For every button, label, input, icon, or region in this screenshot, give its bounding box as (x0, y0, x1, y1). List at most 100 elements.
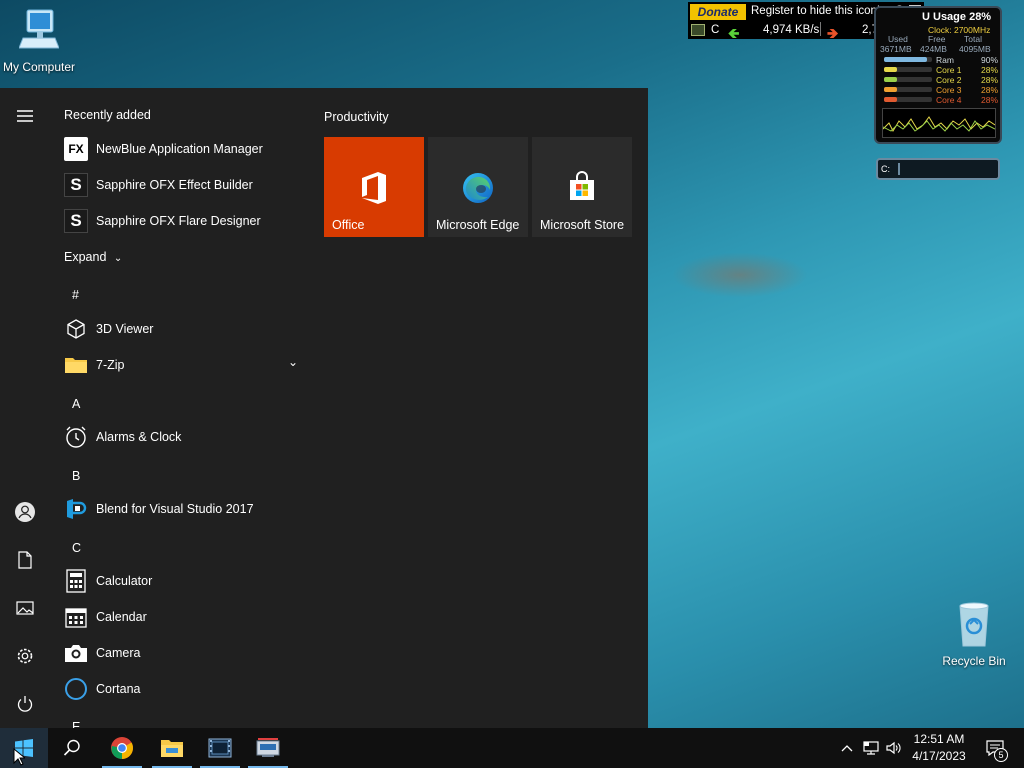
calculator-icon (64, 569, 88, 593)
productivity-group-title[interactable]: Productivity (324, 110, 389, 124)
taskbar-clock[interactable]: 12:51 AM 4/17/2023 (904, 731, 974, 765)
cpu-row-name: Core 2 (936, 75, 962, 85)
app-label: Alarms & Clock (96, 430, 182, 444)
cpu-level-bar (884, 77, 898, 82)
group-header-hash[interactable]: # (72, 288, 79, 302)
desktop-icon-recycle-bin[interactable]: Recycle Bin (932, 602, 1016, 668)
chevron-up-icon (841, 745, 853, 752)
app-label: Cortana (96, 682, 141, 696)
app-label: 3D Viewer (96, 322, 154, 336)
tiles-area: Productivity Office Microsoft Edge Micro… (308, 88, 648, 728)
app-label: Blend for Visual Studio 2017 (96, 502, 254, 516)
start-menu: Recently added FX NewBlue Application Ma… (0, 88, 648, 728)
hamburger-button[interactable] (0, 96, 50, 136)
mem-total-value: 4095MB (959, 44, 991, 54)
app-label: Calculator (96, 574, 153, 588)
group-header-b[interactable]: B (72, 469, 80, 483)
hamburger-icon (17, 110, 33, 122)
group-header-c[interactable]: C (72, 541, 81, 555)
taskbar-file-explorer[interactable] (148, 728, 196, 768)
computer-icon (0, 8, 81, 57)
expand-label: Expand (64, 250, 107, 264)
cpu-row-core-3: Core 3 28% (882, 85, 998, 95)
network-tray-button[interactable] (860, 728, 882, 768)
power-button[interactable] (0, 684, 50, 724)
app-3d-viewer[interactable]: 3D Viewer (64, 311, 304, 347)
start-menu-rail (0, 88, 50, 728)
documents-button[interactable] (0, 540, 50, 580)
app-alarms-and-clock[interactable]: Alarms & Clock (64, 419, 304, 455)
pictures-button[interactable] (0, 588, 50, 628)
app-newblue-application-manager[interactable]: FX NewBlue Application Manager (64, 131, 304, 167)
taskbar-chrome[interactable] (98, 728, 146, 768)
tile-microsoft-store[interactable]: Microsoft Store (532, 137, 632, 237)
blend-icon (64, 497, 88, 521)
cpu-row-value: 28% (980, 75, 998, 85)
chevron-down-icon: ⌄ (113, 253, 123, 264)
app-blend-for-visual-studio-2017[interactable]: Blend for Visual Studio 2017 (64, 491, 304, 527)
group-header-a[interactable]: A (72, 397, 80, 411)
drive-meter-label: C: (881, 164, 890, 174)
drive-meter-gadget[interactable]: C: (876, 158, 1000, 180)
taskbar-video-editor[interactable] (196, 728, 244, 768)
app-sapphire-ofx-flare-designer[interactable]: S Sapphire OFX Flare Designer (64, 203, 304, 239)
edge-icon (461, 171, 495, 208)
cpu-row-core-4: Core 4 28% (882, 95, 998, 105)
desktop-icon-label: Recycle Bin (942, 654, 1006, 668)
app-sapphire-ofx-effect-builder[interactable]: S Sapphire OFX Effect Builder (64, 167, 304, 203)
donate-button[interactable]: Donate (690, 4, 746, 20)
cpu-row-name: Core 4 (936, 95, 962, 105)
chevron-down-icon[interactable]: ⌄ (288, 355, 298, 369)
download-arrow-icon: 🡸 (728, 25, 740, 41)
cpu-row-value: 28% (980, 95, 998, 105)
action-center-button[interactable]: 5 (980, 728, 1010, 768)
start-button[interactable] (0, 728, 48, 768)
tray-overflow-button[interactable] (838, 728, 856, 768)
register-message[interactable]: Register to hide this icon! (751, 5, 880, 17)
mem-used-header: Used (888, 34, 908, 44)
clock-time: 12:51 AM (913, 732, 965, 746)
desktop-icon-label: My Computer (2, 60, 76, 74)
media-app-icon (256, 738, 280, 757)
cpu-row-name: Core 1 (936, 65, 962, 75)
app-label: 7-Zip (96, 358, 125, 372)
cpu-row-ram: Ram 90% (882, 55, 998, 65)
desktop-icon-my-computer[interactable]: My Computer (0, 8, 81, 74)
app-camera[interactable]: Camera (64, 635, 304, 671)
group-header-e[interactable]: E (72, 720, 80, 728)
mem-free-value: 424MB (920, 44, 947, 54)
download-speed: 4,974 KB/s (763, 24, 820, 36)
taskbar: 12:51 AM 4/17/2023 5 (0, 728, 1024, 768)
folder-icon (64, 353, 88, 377)
cpu-row-value: 90% (980, 55, 998, 65)
search-button[interactable] (48, 728, 96, 768)
drive-meter-bar (898, 163, 900, 175)
taskbar-media-app[interactable] (244, 728, 292, 768)
cpu-row-core-1: Core 1 28% (882, 65, 998, 75)
tile-microsoft-edge[interactable]: Microsoft Edge (428, 137, 528, 237)
app-list[interactable]: Recently added FX NewBlue Application Ma… (50, 88, 308, 728)
app-calendar[interactable]: Calendar (64, 599, 304, 635)
cpu-meter-gadget[interactable]: U Usage 28% Clock: 2700MHz Used Free Tot… (874, 6, 1002, 144)
mem-used-value: 3671MB (880, 44, 912, 54)
tile-office[interactable]: Office (324, 137, 424, 237)
app-label: Camera (96, 646, 141, 660)
store-icon (566, 171, 598, 206)
app-calculator[interactable]: Calculator (64, 563, 304, 599)
chrome-icon (111, 737, 133, 759)
gear-icon (17, 648, 33, 664)
app-7-zip[interactable]: 7-Zip ⌄ (64, 347, 304, 383)
cpu-row-value: 28% (980, 85, 998, 95)
app-cortana[interactable]: Cortana (64, 671, 304, 707)
clock-date: 4/17/2023 (912, 749, 966, 763)
sapphire-flare-icon: S (64, 209, 88, 233)
cpu-row-name: Core 3 (936, 85, 962, 95)
chip-icon (691, 24, 705, 36)
newblue-fx-icon: FX (64, 137, 88, 161)
expand-button[interactable]: Expand ⌄ (64, 250, 122, 264)
settings-button[interactable] (0, 636, 50, 676)
tile-label: Microsoft Store (540, 218, 625, 232)
volume-tray-button[interactable] (884, 728, 904, 768)
user-account-button[interactable] (0, 492, 50, 532)
app-label: Sapphire OFX Effect Builder (96, 178, 253, 192)
